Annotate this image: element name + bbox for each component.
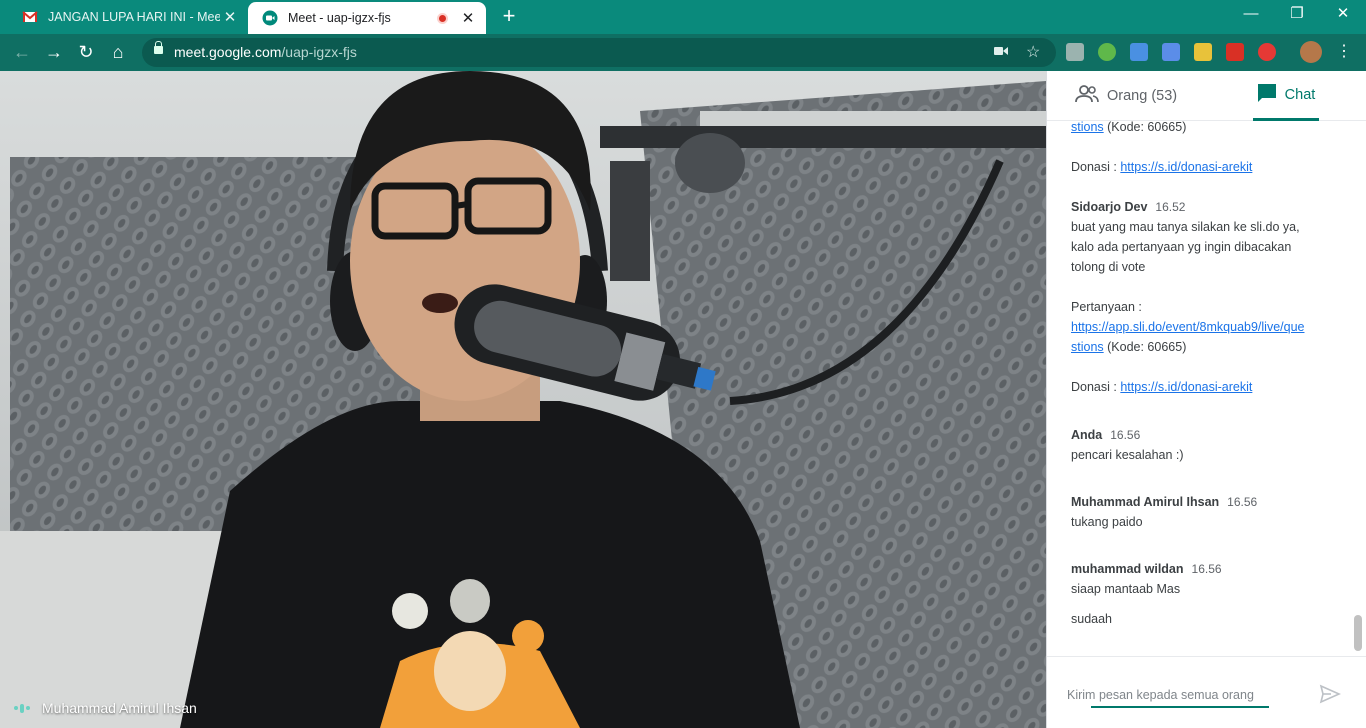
people-icon bbox=[1075, 85, 1099, 107]
extension-icon[interactable] bbox=[1194, 43, 1212, 61]
chat-link[interactable]: stions bbox=[1071, 120, 1104, 134]
chat-timestamp: 16.56 bbox=[1227, 495, 1258, 509]
browser-tab-strip: JANGAN LUPA HARI INI - Meetup ✕ Meet - u… bbox=[0, 0, 1366, 34]
chat-message-line: kalo ada pertanyaan yg ingin dibacakan bbox=[1071, 240, 1292, 254]
tab-title: Meet - uap-igzx-fjs bbox=[288, 11, 391, 25]
video-extension-icon[interactable] bbox=[1226, 43, 1244, 61]
tab-people-label: Orang (53) bbox=[1107, 88, 1178, 104]
bookmark-star-icon[interactable]: ☆ bbox=[1026, 42, 1040, 62]
chat-message-input[interactable] bbox=[1067, 685, 1297, 705]
chat-link[interactable]: stions bbox=[1071, 340, 1104, 354]
chat-message-line: buat yang mau tanya silakan ke sli.do ya… bbox=[1071, 220, 1300, 234]
chat-sender: Anda bbox=[1071, 428, 1103, 442]
chat-message-list: stions (Kode: 60665) Donasi : https://s.… bbox=[1071, 117, 1341, 629]
video-frame-image bbox=[0, 71, 1046, 728]
home-icon[interactable]: ⌂ bbox=[104, 38, 132, 66]
chat-message-line: tukang paido bbox=[1071, 515, 1143, 529]
chat-message-header: Muhammad Amirul Ihsan 16.56 bbox=[1071, 492, 1341, 512]
screenshot-extension-icon[interactable] bbox=[1066, 43, 1084, 61]
chat-sender: muhammad wildan bbox=[1071, 562, 1184, 576]
gmail-icon bbox=[22, 9, 38, 25]
translate-extension-icon[interactable] bbox=[1162, 43, 1180, 61]
chat-message-header: Anda 16.56 bbox=[1071, 425, 1341, 445]
menu-dots-icon[interactable]: ⋮ bbox=[1330, 38, 1358, 66]
tab-chat-label: Chat bbox=[1284, 86, 1316, 103]
back-icon[interactable]: ← bbox=[8, 38, 36, 66]
side-panel: Orang (53) Chat stions (Kode: 60665) Don… bbox=[1046, 71, 1366, 728]
speaker-name-label: Muhammad Amirul Ihsan bbox=[14, 700, 197, 716]
browser-toolbar: ← → ↻ ⌂ meet.google.com/uap-igzx-fjs ☆ ⋮ bbox=[0, 34, 1366, 71]
chat-message-line: Pertanyaan : bbox=[1071, 300, 1142, 314]
chat-link[interactable]: https://s.id/donasi-arekit bbox=[1120, 380, 1252, 394]
chat-timestamp: 16.56 bbox=[1191, 562, 1222, 576]
tab-chat[interactable]: Chat bbox=[1253, 71, 1319, 121]
chat-message-header: Sidoarjo Dev 16.52 bbox=[1071, 197, 1341, 217]
url-text[interactable]: meet.google.com/uap-igzx-fjs bbox=[174, 44, 357, 60]
close-tab-icon[interactable]: ✕ bbox=[220, 8, 240, 26]
chat-icon bbox=[1257, 83, 1277, 107]
tab-meet[interactable]: Meet - uap-igzx-fjs ✕ bbox=[248, 2, 486, 34]
new-tab-button[interactable]: + bbox=[495, 4, 523, 30]
close-tab-icon[interactable]: ✕ bbox=[458, 9, 478, 27]
tab-title: JANGAN LUPA HARI INI - Meetup bbox=[48, 10, 220, 24]
chat-message-line: Donasi : https://s.id/donasi-arekit bbox=[1071, 160, 1253, 174]
adblock-extension-icon[interactable] bbox=[1258, 43, 1276, 61]
lock-icon bbox=[154, 41, 163, 54]
speaker-name: Muhammad Amirul Ihsan bbox=[42, 700, 197, 716]
chat-message-line: siaap mantaab Mas bbox=[1071, 582, 1181, 596]
panel-tabs: Orang (53) Chat bbox=[1047, 71, 1366, 121]
forward-icon[interactable]: → bbox=[40, 38, 68, 66]
drive-extension-icon[interactable] bbox=[1098, 43, 1116, 61]
tab-gmail[interactable]: JANGAN LUPA HARI INI - Meetup ✕ bbox=[8, 0, 248, 34]
chat-scrollbar[interactable] bbox=[1354, 615, 1362, 651]
chat-sender: Muhammad Amirul Ihsan bbox=[1071, 495, 1220, 509]
reload-icon[interactable]: ↻ bbox=[72, 38, 100, 66]
chat-message-line: sudaah bbox=[1071, 612, 1113, 626]
chat-timestamp: 16.56 bbox=[1110, 428, 1141, 442]
download-extension-icon[interactable] bbox=[1130, 43, 1148, 61]
chat-message-line: https://app.sli.do/event/8mkquab9/live/q… bbox=[1071, 317, 1341, 337]
chat-message-line: stions (Kode: 60665) bbox=[1071, 340, 1187, 354]
chat-sender: Sidoarjo Dev bbox=[1071, 200, 1148, 214]
chat-message-line: tolong di vote bbox=[1071, 260, 1146, 274]
address-bar[interactable]: meet.google.com/uap-igzx-fjs ☆ bbox=[142, 38, 1056, 67]
chat-link[interactable]: https://app.sli.do/event/8mkquab9/live/q… bbox=[1071, 320, 1304, 334]
chat-composer bbox=[1047, 656, 1366, 728]
input-focus-underline bbox=[1091, 706, 1269, 708]
chat-message-line: pencari kesalahan :) bbox=[1071, 448, 1184, 462]
participant-video: Muhammad Amirul Ihsan bbox=[0, 71, 1046, 728]
recording-indicator-icon bbox=[437, 12, 448, 24]
meet-icon bbox=[262, 10, 278, 26]
audio-level-icon bbox=[14, 703, 32, 713]
chat-message-header: muhammad wildan 16.56 bbox=[1071, 559, 1341, 579]
minimize-icon[interactable]: — bbox=[1228, 0, 1274, 30]
chat-timestamp: 16.52 bbox=[1155, 200, 1186, 214]
tab-people[interactable]: Orang (53) bbox=[1075, 71, 1177, 121]
close-window-icon[interactable]: ✕ bbox=[1320, 0, 1366, 30]
chat-message-line: Donasi : https://s.id/donasi-arekit bbox=[1071, 380, 1253, 394]
send-icon[interactable] bbox=[1319, 683, 1341, 705]
camera-in-use-icon[interactable] bbox=[994, 44, 1008, 60]
chat-link[interactable]: https://s.id/donasi-arekit bbox=[1120, 160, 1252, 174]
restore-icon[interactable]: ❐ bbox=[1274, 0, 1320, 30]
profile-avatar[interactable] bbox=[1300, 41, 1322, 63]
